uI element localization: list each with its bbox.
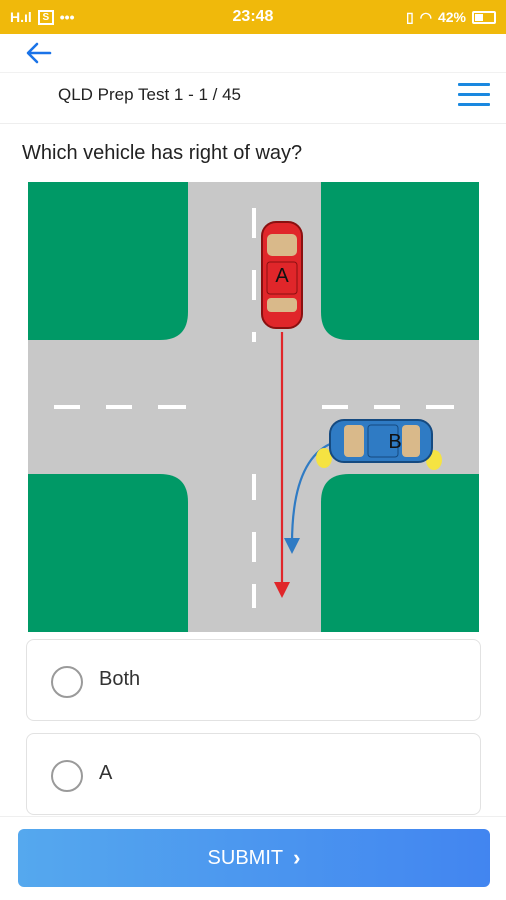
grass-top-left xyxy=(28,182,188,340)
answer-option-both[interactable]: Both xyxy=(26,639,481,721)
status-bar: H.ıl S ••• 23:48 ▯ ◠ 42% xyxy=(0,0,506,34)
car-a-label: A xyxy=(275,265,289,287)
status-time: 23:48 xyxy=(232,8,274,25)
grass-bottom-right xyxy=(321,474,479,632)
battery-icon xyxy=(472,10,496,24)
car-a: A xyxy=(261,221,303,329)
back-button[interactable] xyxy=(24,38,56,68)
menu-button[interactable] xyxy=(458,83,490,109)
arrow-left-icon xyxy=(26,42,52,64)
submit-button[interactable]: SUBMIT › xyxy=(18,829,490,887)
intersection-illustration: A B xyxy=(28,182,479,632)
hamburger-menu-icon xyxy=(458,83,490,86)
answer-option-a[interactable]: A xyxy=(26,733,481,815)
answer-option-label: A xyxy=(99,762,113,784)
top-nav xyxy=(0,34,506,72)
page-title: QLD Prep Test 1 - 1 / 45 xyxy=(58,85,241,104)
chevron-right-icon: › xyxy=(293,845,301,870)
hamburger-menu-icon-line xyxy=(458,103,490,106)
radio-button[interactable] xyxy=(51,760,83,792)
car-b-label: B xyxy=(388,431,401,453)
radio-button[interactable] xyxy=(51,666,83,698)
bottom-bar: SUBMIT › xyxy=(0,816,506,900)
grass-top-right xyxy=(321,182,479,340)
grass-bottom-left xyxy=(28,474,188,632)
hamburger-menu-icon-line xyxy=(458,93,490,96)
answer-option-label: Both xyxy=(99,668,141,690)
header: QLD Prep Test 1 - 1 / 45 xyxy=(0,72,506,124)
question-text: Which vehicle has right of way? xyxy=(22,142,303,164)
submit-label: SUBMIT xyxy=(207,846,284,869)
